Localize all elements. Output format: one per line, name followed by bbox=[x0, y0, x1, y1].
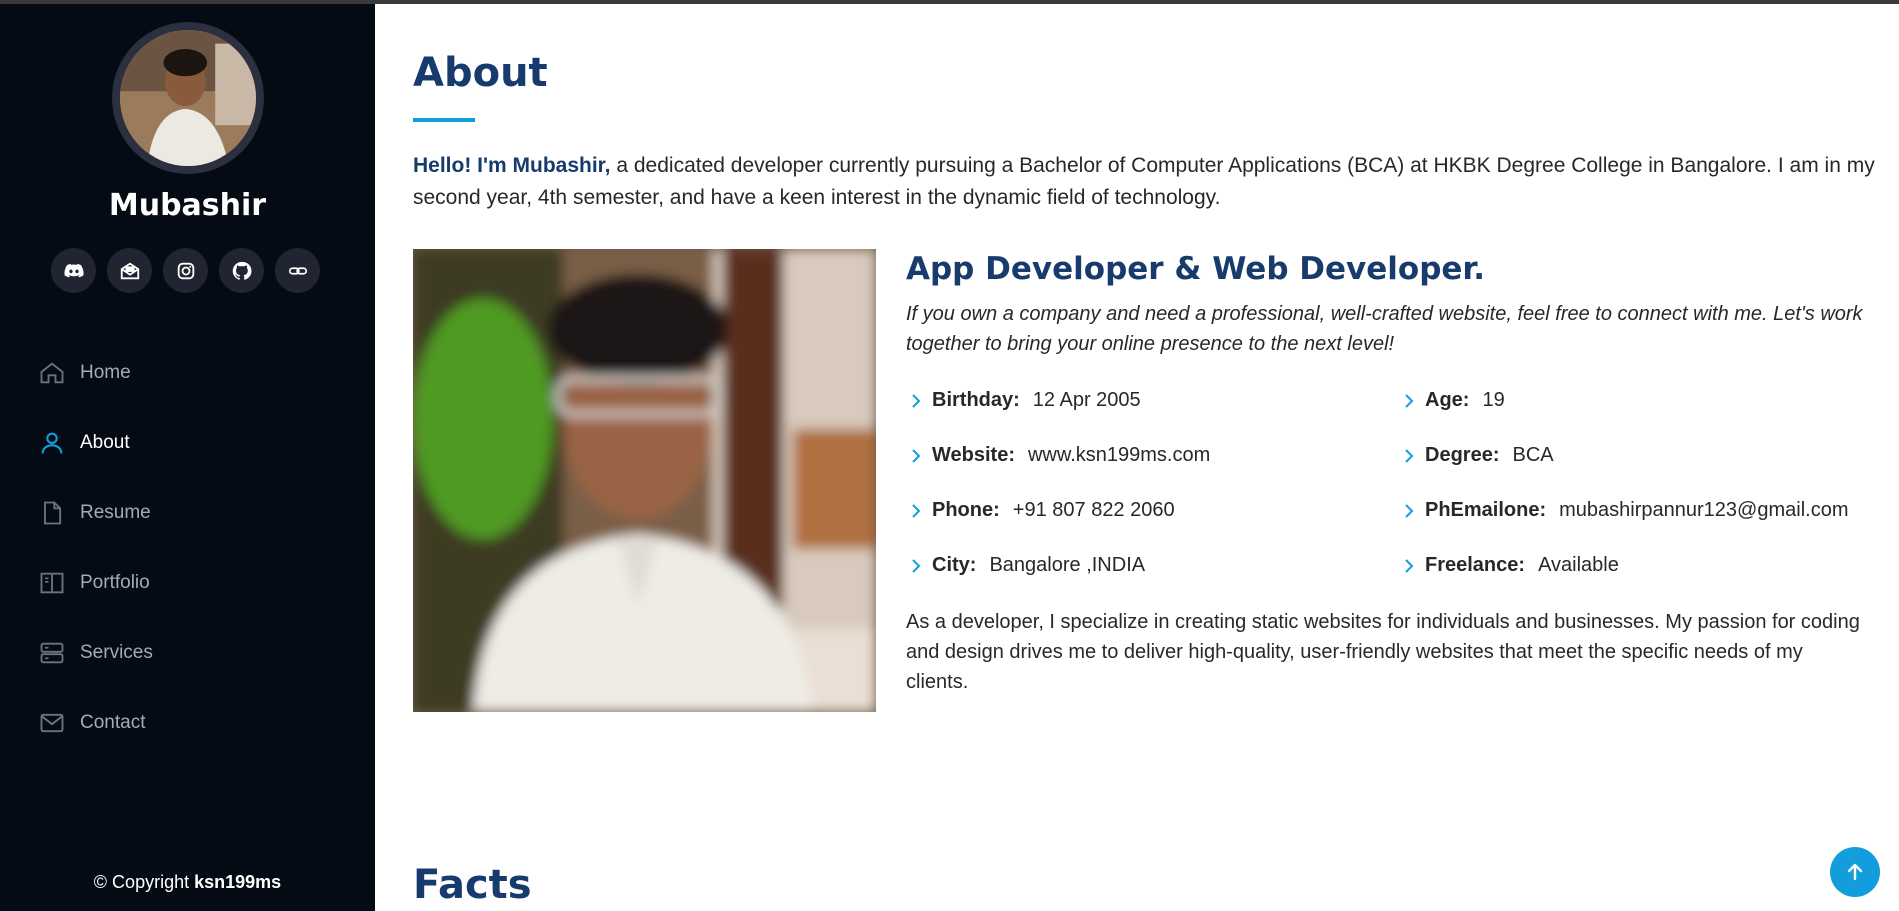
info-value: www.ksn199ms.com bbox=[1027, 444, 1211, 466]
info-item-age: Age: 19 bbox=[1399, 373, 1869, 428]
intro-greeting: Hello! I'm Mubashir, bbox=[413, 154, 611, 177]
chevron-right-icon bbox=[906, 556, 926, 576]
info-value: mubashirpannur123@gmail.com bbox=[1559, 499, 1849, 521]
nav-item-resume[interactable]: Resume bbox=[38, 478, 153, 548]
server-icon bbox=[38, 639, 66, 667]
role-description: If you own a company and need a professi… bbox=[906, 303, 1863, 355]
instagram-button[interactable] bbox=[163, 248, 208, 293]
nav-item-contact[interactable]: Contact bbox=[38, 688, 153, 758]
link-button[interactable] bbox=[275, 248, 320, 293]
info-item-email: PhEmailone: mubashirpannur123@gmail.com bbox=[1399, 483, 1869, 538]
copyright-name: ksn199ms bbox=[194, 872, 282, 892]
about-intro: Hello! I'm Mubashir, a dedicated develop… bbox=[413, 150, 1883, 214]
house-icon bbox=[38, 359, 66, 387]
back-to-top-button[interactable] bbox=[1830, 847, 1880, 897]
mail-open-icon bbox=[120, 262, 139, 279]
info-item-freelance: Freelance: Available bbox=[1399, 538, 1869, 593]
copyright-prefix: © Copyright bbox=[93, 872, 190, 892]
copyright: © Copyright ksn199ms bbox=[0, 872, 375, 893]
nav-item-portfolio[interactable]: Portfolio bbox=[38, 548, 153, 618]
discord-icon bbox=[63, 263, 84, 277]
info-item-phone: Phone: +91 807 822 2060 bbox=[906, 483, 1399, 538]
about-closing: As a developer, I specialize in creating… bbox=[906, 611, 1860, 693]
info-key: PhEmailone: bbox=[1425, 499, 1547, 521]
intro-text: a dedicated developer currently pursuing… bbox=[413, 154, 1875, 209]
about-details: App Developer & Web Developer. If you ow… bbox=[906, 249, 1886, 697]
about-title: About bbox=[413, 50, 548, 96]
profile-photo bbox=[413, 249, 876, 712]
avatar bbox=[112, 22, 264, 174]
chevron-right-icon bbox=[1399, 391, 1419, 411]
role-title: App Developer & Web Developer. bbox=[906, 251, 1486, 287]
info-key: Degree: bbox=[1425, 444, 1500, 466]
main-content: About Hello! I'm Mubashir, a dedicated d… bbox=[375, 0, 1899, 911]
facts-title: Facts bbox=[413, 862, 532, 908]
nav-item-services[interactable]: Services bbox=[38, 618, 153, 688]
social-links bbox=[51, 248, 320, 293]
info-value: Available bbox=[1538, 554, 1619, 576]
profile-name: Mubashir bbox=[108, 188, 267, 223]
github-button[interactable] bbox=[219, 248, 264, 293]
info-key: Website: bbox=[932, 444, 1015, 466]
person-icon bbox=[38, 429, 66, 457]
nav-label: Services bbox=[80, 642, 153, 663]
info-value: Bangalore ,INDIA bbox=[989, 554, 1146, 576]
sidebar: Mubashir Home About Resume Portfolio Ser… bbox=[0, 0, 375, 911]
book-icon bbox=[38, 569, 66, 597]
nav-label: About bbox=[80, 432, 130, 453]
info-key: City: bbox=[932, 554, 977, 576]
nav-label: Home bbox=[80, 362, 131, 383]
info-item-degree: Degree: BCA bbox=[1399, 428, 1869, 483]
discord-button[interactable] bbox=[51, 248, 96, 293]
window-top-border bbox=[0, 0, 1899, 4]
info-item-birthday: Birthday: 12 Apr 2005 bbox=[906, 373, 1399, 428]
chevron-right-icon bbox=[906, 391, 926, 411]
instagram-icon bbox=[177, 262, 194, 279]
info-key: Age: bbox=[1425, 389, 1470, 411]
nav-item-about[interactable]: About bbox=[38, 408, 153, 478]
chevron-right-icon bbox=[1399, 446, 1419, 466]
nav-item-home[interactable]: Home bbox=[38, 338, 153, 408]
info-key: Phone: bbox=[932, 499, 1000, 521]
info-value: BCA bbox=[1512, 444, 1554, 466]
info-value: 12 Apr 2005 bbox=[1032, 389, 1141, 411]
mail-button[interactable] bbox=[107, 248, 152, 293]
chevron-right-icon bbox=[1399, 556, 1419, 576]
chevron-right-icon bbox=[906, 446, 926, 466]
info-list: Birthday: 12 Apr 2005 Age: 19 Website: w… bbox=[906, 373, 1886, 593]
info-key: Freelance: bbox=[1425, 554, 1526, 576]
github-icon bbox=[232, 261, 251, 280]
arrow-up-icon bbox=[1847, 863, 1863, 881]
file-icon bbox=[38, 499, 66, 527]
avatar-photo bbox=[120, 30, 256, 166]
info-value: 19 bbox=[1482, 389, 1505, 411]
nav-label: Contact bbox=[80, 712, 146, 733]
envelope-icon bbox=[38, 709, 66, 737]
info-item-city: City: Bangalore ,INDIA bbox=[906, 538, 1399, 593]
info-item-website: Website: www.ksn199ms.com bbox=[906, 428, 1399, 483]
info-value: +91 807 822 2060 bbox=[1012, 499, 1175, 521]
link-icon bbox=[288, 266, 307, 275]
chevron-right-icon bbox=[1399, 501, 1419, 521]
chevron-right-icon bbox=[906, 501, 926, 521]
nav-label: Resume bbox=[80, 502, 151, 523]
info-key: Birthday: bbox=[932, 389, 1020, 411]
main-nav: Home About Resume Portfolio Services Con… bbox=[38, 338, 153, 758]
nav-label: Portfolio bbox=[80, 572, 150, 593]
title-underline bbox=[413, 118, 475, 122]
